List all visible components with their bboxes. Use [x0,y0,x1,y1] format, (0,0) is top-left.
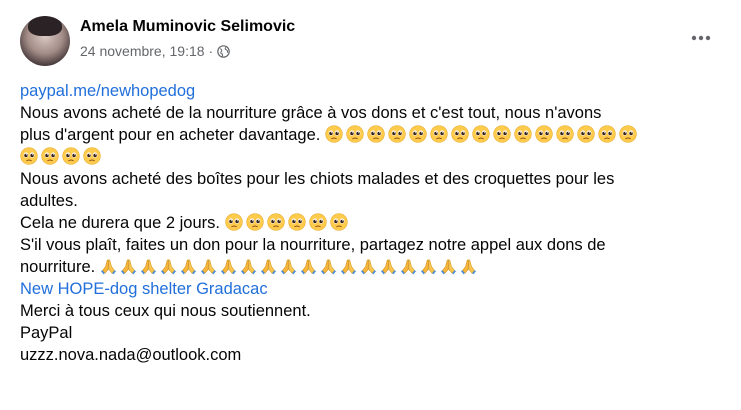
pleading-face-emoji-icon [367,125,385,143]
folded-hands-emoji-icon [220,258,237,275]
emoji-group [325,125,637,143]
pleading-face-emoji-icon [325,125,343,143]
pleading-face-emoji-icon [598,125,616,143]
post-text-line: Nous avons acheté de la nourriture grâce… [20,104,602,122]
folded-hands-emoji-icon [460,258,477,275]
emoji-group [224,213,348,231]
pleading-face-emoji-icon [83,147,101,165]
post-text-line: S'il vous plaît, faites un don pour la n… [20,236,606,254]
author-name[interactable]: Amela Muminovic Selimovic [80,18,295,36]
folded-hands-emoji-icon [160,258,177,275]
folded-hands-emoji-icon [280,258,297,275]
post-text-line: PayPal [20,324,73,342]
pleading-face-emoji-icon [20,147,38,165]
pleading-face-emoji-icon [472,125,490,143]
globe-icon[interactable] [217,44,230,58]
folded-hands-emoji-icon [100,258,117,275]
more-options-icon[interactable] [687,24,715,52]
pleading-face-emoji-icon [388,125,406,143]
pleading-face-emoji-icon [245,213,264,231]
pleading-face-emoji-icon [224,213,243,231]
folded-hands-emoji-icon [400,258,417,275]
folded-hands-emoji-icon [140,258,157,275]
pleading-face-emoji-icon [62,147,80,165]
emoji-group [100,258,477,275]
post-text-line: adultes. [20,192,78,210]
email-text: uzzz.nova.nada@outlook.com [20,346,242,364]
paypal-link[interactable]: paypal.me/newhopedog [20,82,195,100]
folded-hands-emoji-icon [420,258,437,275]
folded-hands-emoji-icon [440,258,457,275]
avatar[interactable] [20,16,70,66]
pleading-face-emoji-icon [308,213,327,231]
folded-hands-emoji-icon [200,258,217,275]
folded-hands-emoji-icon [260,258,277,275]
emoji-group [20,147,101,165]
folded-hands-emoji-icon [320,258,337,275]
post-text-line: nourriture. [20,258,96,276]
folded-hands-emoji-icon [240,258,257,275]
post-text-line: plus d'argent pour en acheter davantage. [20,126,321,144]
pleading-face-emoji-icon [430,125,448,143]
pleading-face-emoji-icon [556,125,574,143]
pleading-face-emoji-icon [535,125,553,143]
pleading-face-emoji-icon [619,125,637,143]
pleading-face-emoji-icon [41,147,59,165]
post-header: Amela Muminovic Selimovic 24 novembre, 1… [20,16,721,66]
pleading-face-emoji-icon [409,125,427,143]
post-meta: 24 novembre, 19:18 · [80,43,230,59]
post-text-line: Merci à tous ceux qui nous soutiennent. [20,302,311,320]
pleading-face-emoji-icon [266,213,285,231]
folded-hands-emoji-icon [340,258,357,275]
post-body: paypal.me/newhopedog Nous avons acheté d… [20,80,725,366]
pleading-face-emoji-icon [577,125,595,143]
pleading-face-emoji-icon [346,125,364,143]
pleading-face-emoji-icon [287,213,306,231]
pleading-face-emoji-icon [514,125,532,143]
pleading-face-emoji-icon [493,125,511,143]
meta-separator: · [208,43,214,59]
folded-hands-emoji-icon [380,258,397,275]
pleading-face-emoji-icon [329,213,348,231]
folded-hands-emoji-icon [360,258,377,275]
post-text-line: Cela ne durera que 2 jours. [20,214,220,232]
folded-hands-emoji-icon [180,258,197,275]
page-link[interactable]: New HOPE-dog shelter Gradacac [20,280,268,298]
pleading-face-emoji-icon [451,125,469,143]
folded-hands-emoji-icon [120,258,137,275]
folded-hands-emoji-icon [300,258,317,275]
post-text-line: Nous avons acheté des boîtes pour les ch… [20,170,615,188]
post-timestamp[interactable]: 24 novembre, 19:18 [80,43,205,59]
